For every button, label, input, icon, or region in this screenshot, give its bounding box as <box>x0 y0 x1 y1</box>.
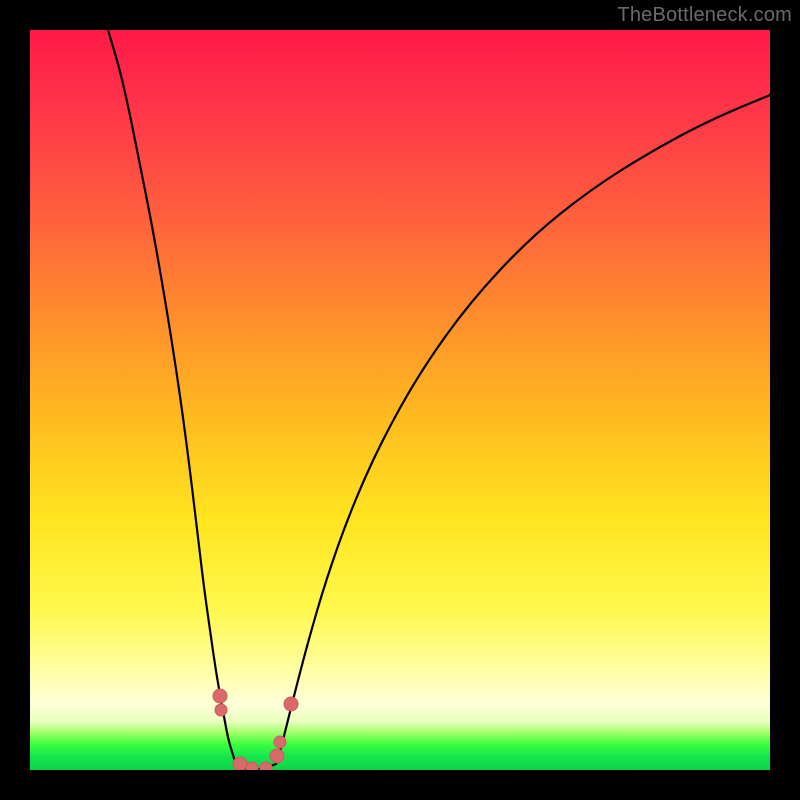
chart-frame: TheBottleneck.com <box>0 0 800 800</box>
plot-area <box>30 30 770 770</box>
gradient-background <box>30 30 770 770</box>
watermark-text: TheBottleneck.com <box>617 4 792 27</box>
